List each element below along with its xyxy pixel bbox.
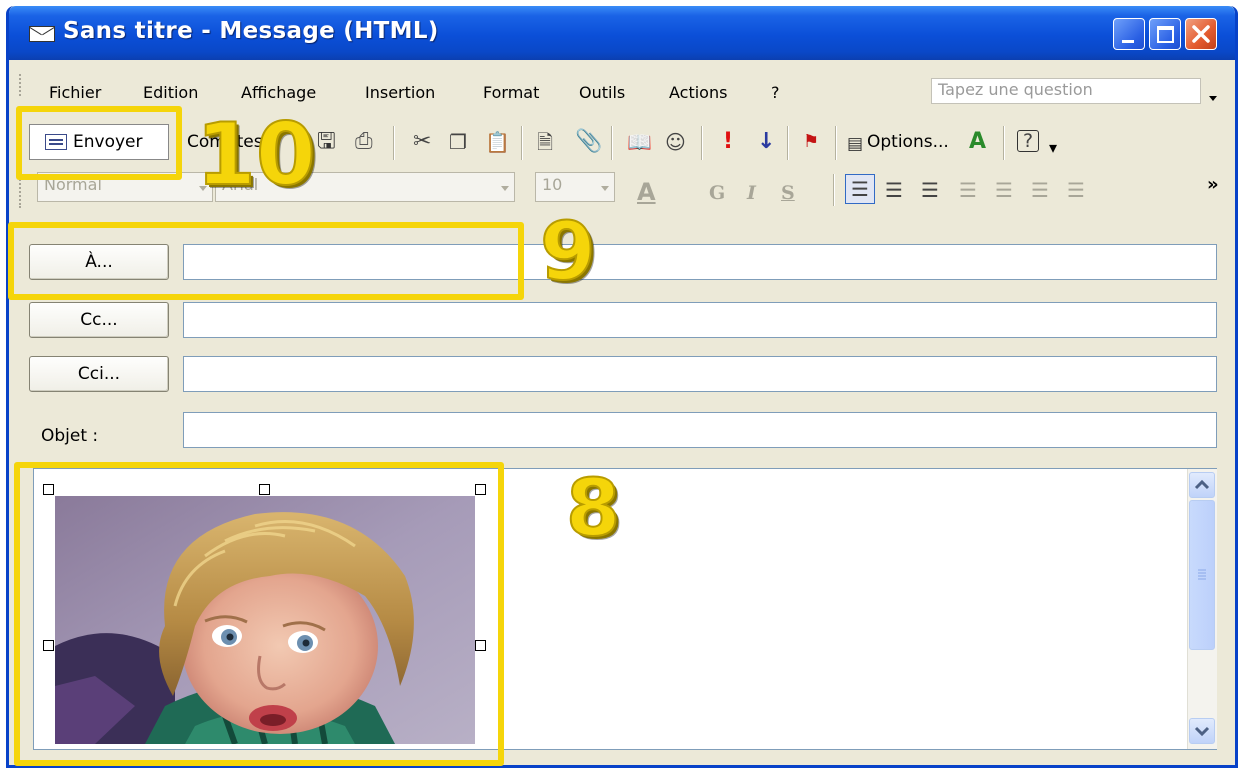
- font-color-icon[interactable]: A: [637, 178, 656, 206]
- menu-format[interactable]: Format: [483, 83, 539, 102]
- check-names-icon[interactable]: ☺: [665, 130, 686, 154]
- ask-question-input[interactable]: Tapez une question: [931, 78, 1201, 104]
- align-left-icon[interactable]: ☰: [845, 174, 875, 204]
- help-icon[interactable]: ?: [1017, 130, 1039, 152]
- toolbar-separator: [611, 126, 612, 160]
- menu-affichage[interactable]: Affichage: [241, 83, 316, 102]
- options-icon: ▤: [847, 134, 864, 154]
- toolbar-separator: [1003, 126, 1004, 160]
- paste-icon[interactable]: 📋: [485, 130, 510, 154]
- bullet-list-icon[interactable]: ☰: [995, 178, 1013, 202]
- signature-icon[interactable]: A: [969, 130, 986, 154]
- toolbar-separator: [835, 126, 836, 160]
- annotation-number-10: 10: [195, 105, 317, 205]
- toolbar-separator: [787, 126, 788, 160]
- bcc-field[interactable]: [183, 356, 1217, 392]
- grip-icon: [1198, 569, 1206, 580]
- annotation-number-8: 8: [565, 464, 621, 554]
- bold-button[interactable]: G: [709, 182, 725, 204]
- scroll-up-button[interactable]: [1189, 472, 1215, 498]
- subject-label: Objet :: [41, 426, 99, 446]
- bcc-button[interactable]: Cci...: [29, 356, 169, 392]
- title-bar[interactable]: Sans titre - Message (HTML): [9, 6, 1235, 60]
- cc-button[interactable]: Cc...: [29, 302, 169, 338]
- align-right-icon[interactable]: ☰: [921, 178, 939, 202]
- copy-icon[interactable]: ❐: [449, 130, 467, 154]
- menu-help[interactable]: ?: [771, 83, 780, 102]
- options-button[interactable]: Options...: [867, 132, 949, 152]
- decrease-indent-icon[interactable]: ☰: [1031, 178, 1049, 202]
- address-book-icon[interactable]: 📖: [627, 130, 652, 154]
- annotation-number-9: 9: [539, 205, 597, 298]
- menu-outils[interactable]: Outils: [579, 83, 625, 102]
- font-size-dropdown-icon[interactable]: [601, 186, 609, 191]
- cut-icon[interactable]: ✂: [413, 130, 431, 154]
- annotation-box-10: [16, 106, 182, 180]
- increase-indent-icon[interactable]: ☰: [1067, 178, 1085, 202]
- chevron-down-icon: [1194, 726, 1210, 737]
- scroll-down-button[interactable]: [1189, 718, 1215, 744]
- toolbar-separator: [393, 126, 394, 160]
- close-button[interactable]: [1185, 18, 1217, 50]
- annotation-box-8: [14, 462, 504, 766]
- menu-insertion[interactable]: Insertion: [365, 83, 435, 102]
- menu-grip[interactable]: [19, 74, 22, 96]
- menu-fichier[interactable]: Fichier: [49, 83, 101, 102]
- scroll-thumb[interactable]: [1189, 500, 1215, 650]
- subject-field[interactable]: [183, 412, 1217, 448]
- italic-button[interactable]: I: [747, 182, 756, 204]
- insert-file-icon[interactable]: 🗎: [537, 130, 553, 154]
- importance-high-icon[interactable]: !: [723, 130, 733, 154]
- align-center-icon[interactable]: ☰: [885, 178, 903, 202]
- importance-low-icon[interactable]: ↓: [757, 130, 775, 154]
- ask-question-dropdown-icon[interactable]: [1209, 96, 1217, 101]
- numbered-list-icon[interactable]: ☰: [959, 178, 977, 202]
- underline-button[interactable]: S: [781, 182, 795, 204]
- toolbar-options-chevron-icon[interactable]: ▾: [1049, 136, 1057, 160]
- window-title: Sans titre - Message (HTML): [63, 18, 439, 44]
- cc-field[interactable]: [183, 302, 1217, 338]
- toolbar-separator: [833, 174, 834, 206]
- toolbar-separator: [701, 126, 702, 160]
- menu-edition[interactable]: Edition: [143, 83, 198, 102]
- envelope-icon: [29, 26, 55, 42]
- attach-icon[interactable]: 📎: [575, 130, 602, 154]
- maximize-button[interactable]: [1149, 18, 1181, 50]
- font-dropdown-icon[interactable]: [501, 186, 509, 191]
- toolbar-separator: [521, 126, 522, 160]
- print-icon[interactable]: ⎙: [355, 130, 373, 154]
- flag-icon[interactable]: ⚑: [803, 130, 819, 154]
- close-icon: [1192, 25, 1210, 43]
- chevron-up-icon: [1194, 479, 1210, 490]
- save-icon[interactable]: 🖫: [317, 130, 336, 154]
- menu-actions[interactable]: Actions: [669, 83, 727, 102]
- annotation-box-9: [8, 222, 524, 300]
- minimize-button[interactable]: [1113, 18, 1145, 50]
- more-buttons-chevron-icon[interactable]: »: [1207, 174, 1219, 195]
